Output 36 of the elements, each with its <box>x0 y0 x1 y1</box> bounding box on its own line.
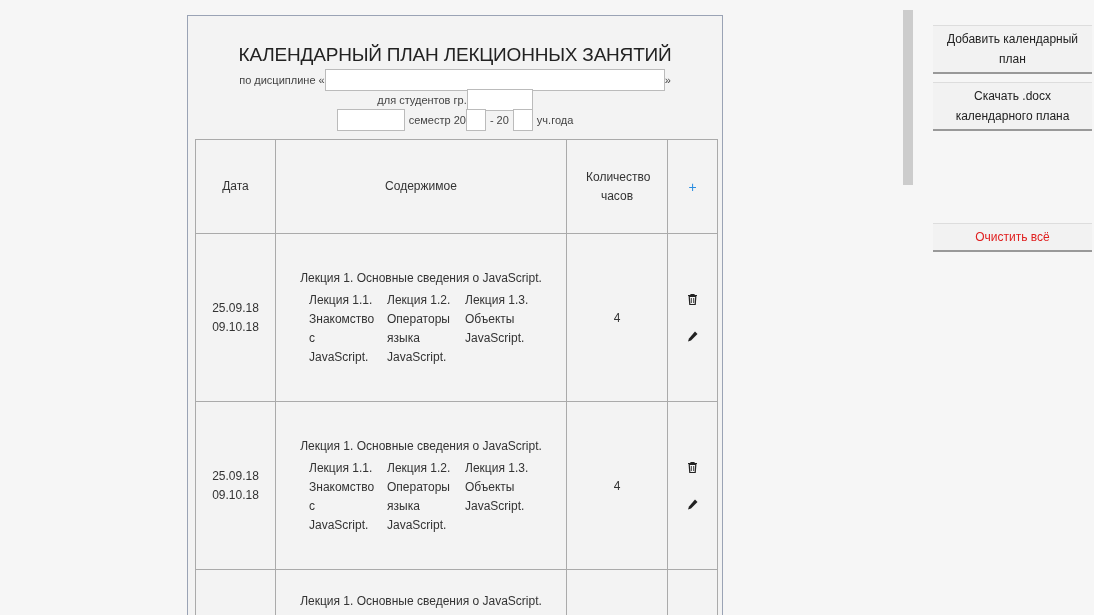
field-label: » <box>664 74 671 86</box>
field-label: уч.года <box>536 114 574 126</box>
field-label: семестр 20 <box>408 114 466 126</box>
pencil-icon[interactable] <box>687 330 698 342</box>
field-label: для студентов гр. <box>377 94 467 106</box>
hours-cell: 4 <box>613 310 621 325</box>
group-field[interactable] <box>466 89 533 111</box>
year-field[interactable] <box>465 109 486 131</box>
lecture-title: Лекция 1. Основные сведения о JavaScript. <box>300 269 542 287</box>
sublecture: Лекция 1.1. Знакомство с JavaScript. <box>309 291 376 366</box>
sublecture: Лекция 1.2. Операторы языка JavaScript. <box>387 291 452 366</box>
sublecture: Лекция 1.3. Объекты JavaScript. <box>465 459 530 515</box>
sublecture: Лекция 1.3. Объекты JavaScript. <box>465 291 530 347</box>
trash-icon[interactable] <box>688 293 697 305</box>
sublecture: Лекция 1.2. Операторы языка JavaScript. <box>387 459 452 534</box>
hours-cell: 4 <box>613 478 621 493</box>
column-header: Дата <box>222 178 249 195</box>
sublecture: Лекция 1.1. Знакомство с JavaScript. <box>309 459 376 534</box>
field-label: - 20 <box>489 114 509 126</box>
date-cell: 25.09.18 09.10.18 <box>212 300 259 334</box>
discipline-field[interactable] <box>324 69 665 91</box>
pencil-icon[interactable] <box>687 498 698 510</box>
field-label: по дисциплине « <box>239 74 325 86</box>
action-button[interactable]: Скачать .docx календарного плана <box>933 82 1092 131</box>
clear-button[interactable]: Очистить всё <box>933 223 1092 252</box>
document-title: КАЛЕНДАРНЫЙ ПЛАН ЛЕКЦИОННЫХ ЗАНЯТИЙ <box>237 44 673 66</box>
semester-field[interactable] <box>336 109 405 131</box>
action-button[interactable]: Добавить календарный план <box>933 25 1092 74</box>
column-header: Содержимое <box>385 178 457 195</box>
lecture-title: Лекция 1. Основные сведения о JavaScript. <box>300 593 542 610</box>
column-header: Количество часов <box>586 168 648 205</box>
date-cell: 25.09.18 09.10.18 <box>212 468 259 502</box>
lecture-title: Лекция 1. Основные сведения о JavaScript. <box>300 437 542 455</box>
trash-icon[interactable] <box>688 461 697 473</box>
year-field[interactable] <box>512 109 533 131</box>
scrollbar[interactable] <box>903 10 913 185</box>
